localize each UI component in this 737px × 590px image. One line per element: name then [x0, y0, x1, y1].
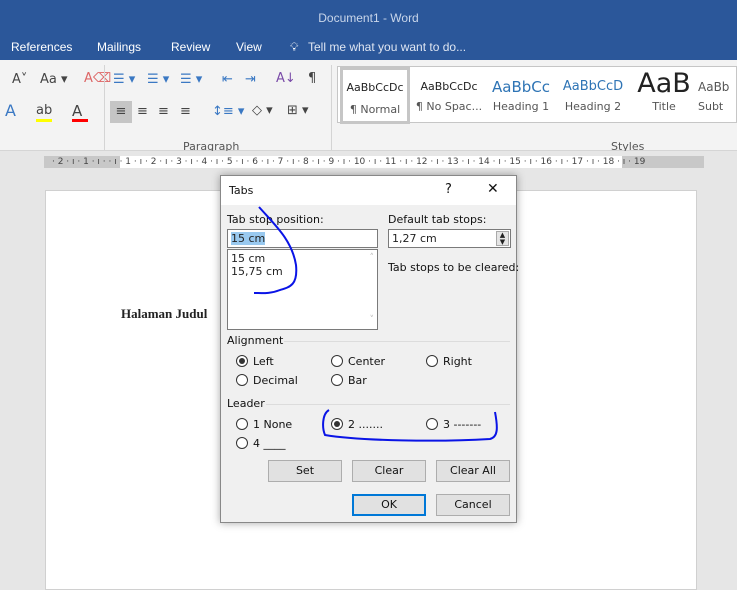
annotation-stroke-leader — [322, 409, 498, 442]
pen-annotations — [253, 206, 498, 442]
annotation-stroke-tab-stop — [253, 206, 298, 295]
